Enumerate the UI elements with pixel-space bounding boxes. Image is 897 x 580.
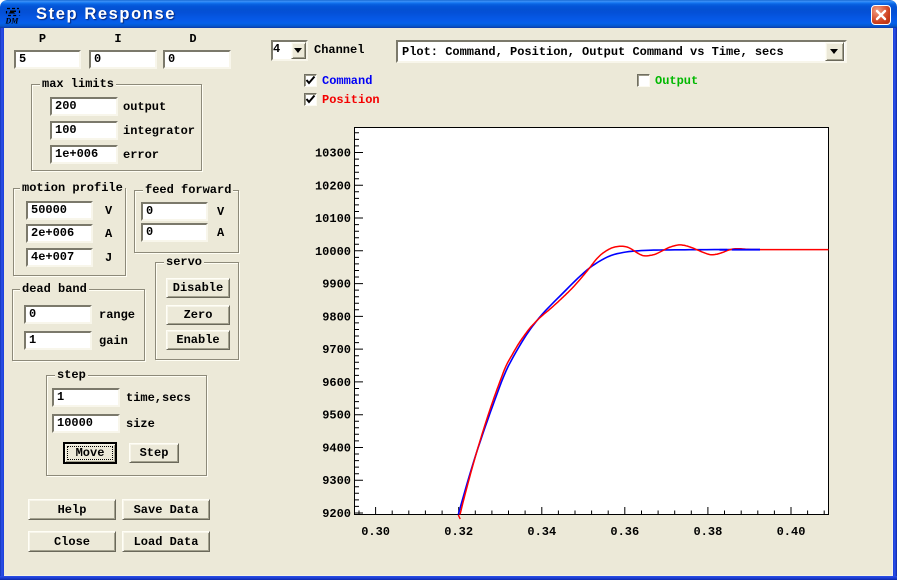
svg-text:10000: 10000: [315, 245, 351, 259]
svg-text:9800: 9800: [322, 310, 351, 324]
svg-text:9600: 9600: [322, 376, 351, 390]
svg-text:9700: 9700: [322, 343, 351, 357]
svg-text:0.32: 0.32: [444, 525, 473, 539]
svg-text:9300: 9300: [322, 474, 351, 488]
svg-text:9400: 9400: [322, 442, 351, 456]
svg-text:10300: 10300: [315, 147, 351, 161]
svg-text:10200: 10200: [315, 179, 351, 193]
svg-text:9200: 9200: [322, 507, 351, 521]
svg-text:0.34: 0.34: [527, 525, 556, 539]
svg-text:9900: 9900: [322, 278, 351, 292]
svg-text:0.36: 0.36: [610, 525, 639, 539]
svg-text:0.40: 0.40: [777, 525, 806, 539]
svg-text:0.38: 0.38: [693, 525, 722, 539]
svg-text:10100: 10100: [315, 212, 351, 226]
svg-text:0.30: 0.30: [361, 525, 390, 539]
svg-text:9500: 9500: [322, 409, 351, 423]
